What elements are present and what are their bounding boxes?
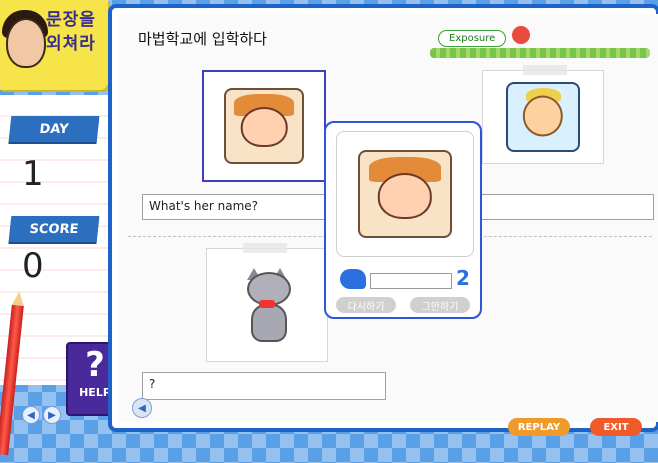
mascot-icon [512, 26, 530, 44]
picture-card-cat[interactable] [206, 243, 328, 362]
stop-button[interactable]: 그만하기 [410, 297, 470, 313]
boy-face [522, 95, 564, 137]
tape [243, 243, 287, 253]
nav-arrows: ◀ ▶ [22, 406, 61, 424]
girl-portrait-icon [358, 150, 452, 238]
tape [523, 65, 567, 75]
boy-portrait-icon [506, 82, 580, 152]
attempt-counter: 2 [456, 266, 470, 290]
logo-title-line1: 문장을 [46, 10, 96, 30]
exposure-badge: Exposure [430, 26, 650, 58]
exposure-label: Exposure [438, 30, 507, 47]
prev-arrow-icon[interactable]: ◀ [22, 406, 40, 424]
girl-face [377, 172, 433, 219]
score-value: 0 [22, 246, 44, 286]
score-label: SCORE [8, 216, 100, 242]
picture-card-boy[interactable] [482, 65, 604, 164]
popup-picture-frame [336, 131, 474, 257]
speaker-icon[interactable] [340, 269, 366, 289]
logo-title: 문장을 외쳐라 [46, 8, 106, 56]
page-title: 마법학교에 입학하다 [138, 30, 267, 48]
girl-face [240, 107, 288, 148]
back-arrow-icon[interactable]: ◀ [132, 398, 152, 418]
next-arrow-icon[interactable]: ▶ [43, 406, 61, 424]
day-label: DAY [8, 116, 100, 142]
listen-popup: 2 다시하기 그만하기 [324, 121, 482, 319]
cat-icon [241, 268, 293, 342]
app-logo: 문장을 외쳐라 [0, 0, 108, 90]
girl-portrait-icon [224, 88, 304, 164]
logo-face [6, 18, 46, 68]
replay-button[interactable]: REPLAY [508, 418, 570, 436]
popup-answer-input[interactable] [370, 273, 452, 289]
answer-field-2[interactable]: ? [142, 372, 386, 400]
cat-bow [259, 300, 275, 308]
grass-icon [430, 48, 650, 58]
logo-title-line2: 외쳐라 [46, 34, 96, 54]
picture-card-girl[interactable] [202, 70, 326, 182]
exit-button[interactable]: EXIT [590, 418, 642, 436]
cat-body [251, 304, 287, 342]
day-value: 1 [22, 154, 44, 194]
retry-button[interactable]: 다시하기 [336, 297, 396, 313]
